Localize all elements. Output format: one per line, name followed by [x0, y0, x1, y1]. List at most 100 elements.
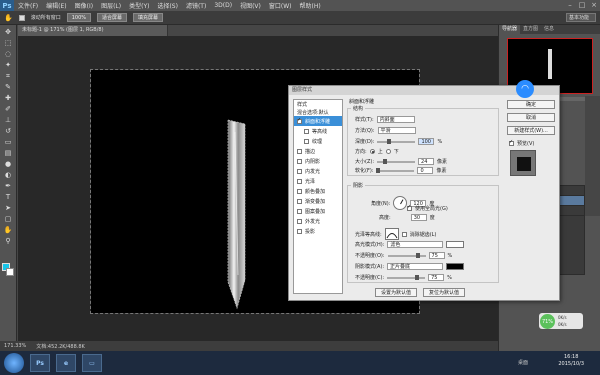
contour-checkbox[interactable] [304, 128, 309, 134]
menu-type[interactable]: 类型(Y) [125, 1, 153, 10]
style-contour[interactable]: 等高线 [294, 126, 342, 136]
style-inner-glow[interactable]: 内发光 [294, 166, 342, 176]
taskbar-folder-icon[interactable]: ▭ [82, 354, 102, 372]
altitude-input[interactable]: 30 [410, 214, 427, 221]
depth-input[interactable]: 100 [418, 138, 435, 145]
style-stroke[interactable]: 描边 [294, 146, 342, 156]
workspace-select[interactable]: 基本功能 [566, 13, 596, 22]
minimize-icon[interactable]: – [566, 1, 574, 9]
ok-button[interactable]: 确定 [507, 100, 555, 109]
fill-screen-button[interactable]: 填充屏幕 [133, 13, 164, 22]
menu-3d[interactable]: 3D(D) [210, 2, 236, 9]
shadow-mode-select[interactable]: 正片叠底 [387, 263, 444, 270]
shadow-opacity-input[interactable]: 75 [428, 274, 445, 281]
move-tool-icon[interactable]: ✥ [3, 28, 13, 36]
highlight-opacity-knob[interactable] [415, 252, 420, 258]
hand-tool-icon[interactable]: ✋ [3, 226, 13, 234]
menu-filter[interactable]: 滤镜(T) [182, 1, 210, 10]
depth-slider[interactable] [377, 138, 416, 144]
tab-histogram[interactable]: 直方图 [520, 25, 541, 34]
styles-header[interactable]: 样式 [294, 100, 342, 108]
color-overlay-checkbox[interactable] [297, 188, 302, 194]
shadow-opacity-knob[interactable] [415, 274, 420, 280]
dodge-tool-icon[interactable]: ◐ [3, 171, 13, 179]
eyedropper-tool-icon[interactable]: ✎ [3, 83, 13, 91]
network-speed-widget[interactable]: 71% 0K/s 0K/s [539, 313, 583, 329]
menu-edit[interactable]: 编辑(E) [42, 1, 70, 10]
style-gradient-overlay[interactable]: 渐变叠加 [294, 196, 342, 206]
menu-layer[interactable]: 图层(L) [97, 1, 125, 10]
doc-size-info[interactable]: 文档:452.2K/488.8K [36, 343, 85, 350]
direction-down-radio[interactable] [385, 149, 391, 154]
menu-file[interactable]: 文件(F) [14, 1, 42, 10]
size-slider-knob[interactable] [383, 158, 388, 164]
menu-image[interactable]: 图像(I) [71, 1, 97, 10]
crop-tool-icon[interactable]: ⌗ [3, 72, 13, 80]
gradient-overlay-checkbox[interactable] [297, 198, 302, 204]
menu-view[interactable]: 视图(V) [236, 1, 265, 10]
style-texture[interactable]: 纹理 [294, 136, 342, 146]
highlight-opacity-slider[interactable] [387, 252, 426, 258]
stroke-checkbox[interactable] [297, 148, 302, 154]
background-color-swatch[interactable] [6, 268, 14, 276]
magic-wand-tool-icon[interactable]: ✦ [3, 61, 13, 69]
anti-alias-checkbox[interactable] [401, 231, 407, 237]
style-pattern-overlay[interactable]: 图案叠加 [294, 206, 342, 216]
direction-up-radio[interactable] [369, 149, 375, 154]
healing-tool-icon[interactable]: ✚ [3, 94, 13, 102]
tab-info[interactable]: 信息 [541, 25, 557, 34]
zoom-level[interactable]: 171.33% [4, 343, 26, 349]
taskbar-photoshop[interactable]: Ps [30, 354, 50, 372]
bevel-checkbox[interactable] [297, 117, 302, 124]
global-light-checkbox[interactable] [407, 204, 412, 211]
zoom-tool-icon[interactable]: ⚲ [3, 237, 13, 245]
cancel-button[interactable]: 取消 [507, 113, 555, 122]
type-tool-icon[interactable]: T [3, 193, 13, 201]
desktop-label[interactable]: 桌面 [518, 359, 528, 366]
satin-checkbox[interactable] [297, 178, 302, 184]
zoom-100-button[interactable]: 100% [66, 13, 92, 22]
style-color-overlay[interactable]: 颜色叠加 [294, 186, 342, 196]
stamp-tool-icon[interactable]: ⊥ [3, 116, 13, 124]
drop-shadow-checkbox[interactable] [297, 228, 302, 234]
highlight-color-swatch[interactable] [446, 241, 465, 248]
inner-shadow-checkbox[interactable] [297, 158, 302, 164]
pattern-overlay-checkbox[interactable] [297, 208, 302, 214]
eraser-tool-icon[interactable]: ▭ [3, 138, 13, 146]
menu-select[interactable]: 选择(S) [153, 1, 182, 10]
inner-glow-checkbox[interactable] [297, 168, 302, 174]
technique-select[interactable]: 平滑 [377, 127, 416, 134]
marquee-tool-icon[interactable]: ⬚ [3, 39, 13, 47]
size-slider[interactable] [377, 158, 416, 164]
tab-navigator[interactable]: 导航器 [499, 25, 521, 34]
gradient-tool-icon[interactable]: ▤ [3, 149, 13, 157]
scroll-all-checkbox[interactable] [18, 14, 25, 21]
history-brush-tool-icon[interactable]: ↺ [3, 127, 13, 135]
blur-tool-icon[interactable]: ● [3, 160, 13, 168]
shadow-opacity-slider[interactable] [387, 274, 426, 280]
menu-help[interactable]: 帮助(H) [296, 1, 325, 10]
style-bevel-emboss[interactable]: 斜面和浮雕 [294, 116, 342, 126]
pen-tool-icon[interactable]: ✒ [3, 182, 13, 190]
brush-tool-icon[interactable]: ✐ [3, 105, 13, 113]
soften-slider-knob[interactable] [376, 167, 381, 173]
menu-window[interactable]: 窗口(W) [265, 1, 296, 10]
fit-screen-button[interactable]: 适合屏幕 [97, 13, 128, 22]
style-satin[interactable]: 光泽 [294, 176, 342, 186]
outer-glow-checkbox[interactable] [297, 218, 302, 224]
highlight-mode-select[interactable]: 滤色 [387, 241, 444, 248]
make-default-button[interactable]: 设置为默认值 [375, 288, 417, 297]
gloss-contour-picker[interactable] [384, 228, 399, 240]
preview-checkbox[interactable] [509, 139, 514, 146]
highlight-opacity-input[interactable]: 75 [428, 252, 445, 259]
shape-tool-icon[interactable]: ▢ [3, 215, 13, 223]
start-button-icon[interactable] [4, 353, 24, 373]
new-style-button[interactable]: 新建样式(W)... [507, 126, 555, 135]
system-clock[interactable]: 16:18 2015/10/3 [558, 354, 584, 368]
depth-slider-knob[interactable] [387, 138, 392, 144]
angle-dial[interactable] [393, 196, 408, 210]
maximize-icon[interactable]: □ [578, 1, 586, 9]
document-tab[interactable]: 未标题-1 @ 171% (图层 1, RGB/8) [18, 25, 168, 36]
texture-checkbox[interactable] [304, 138, 309, 144]
lasso-tool-icon[interactable]: ◌ [3, 50, 13, 58]
